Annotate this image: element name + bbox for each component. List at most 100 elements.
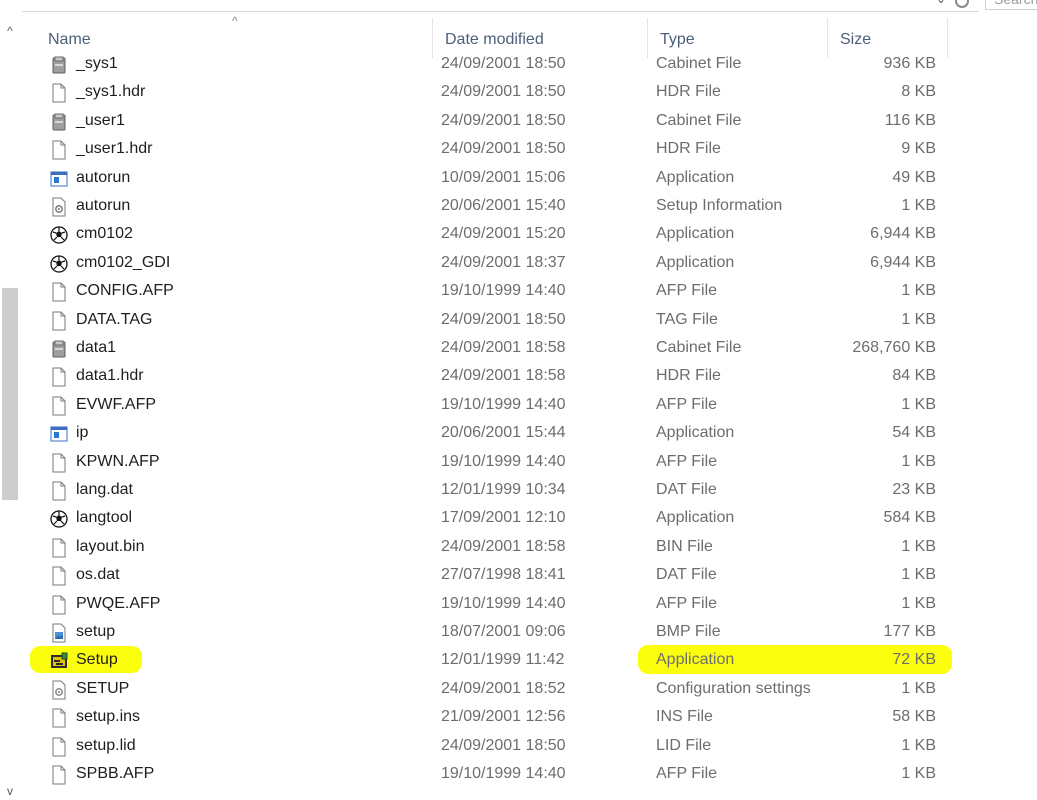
file-type: Application	[656, 225, 735, 243]
file-size: 1 KB	[901, 310, 936, 328]
file-row[interactable]: cm0102_GDI 24/09/2001 18:37 Application 6,9…	[36, 249, 948, 277]
file-type: Application	[656, 651, 735, 669]
file-icon	[50, 140, 68, 160]
file-date-modified: 24/09/2001 15:20	[441, 225, 566, 243]
file-date-modified: 19/10/1999 14:40	[441, 594, 566, 612]
file-size: 1 KB	[901, 537, 936, 555]
file-date-modified: 24/09/2001 18:50	[441, 83, 566, 101]
file-type: Cabinet File	[656, 339, 742, 356]
file-row[interactable]: EVWF.AFP 19/10/1999 14:40 AFP File 1 KB	[36, 391, 948, 419]
file-name: autorun	[76, 168, 131, 186]
file-row[interactable]: setup 18/07/2001 09:06 BMP File 177 KB	[36, 618, 948, 646]
file-row[interactable]: KPWN.AFP 19/10/1999 14:40 AFP File 1 KB	[36, 448, 948, 476]
file-row[interactable]: SETUP 24/09/2001 18:52 Configuration setti…	[36, 675, 948, 703]
file-type: AFP File	[656, 452, 718, 470]
file-size: 1 KB	[901, 452, 936, 470]
file-size: 72 KB	[892, 651, 936, 669]
file-date-modified: 12/01/1999 10:34	[441, 481, 566, 498]
file-row[interactable]: autorun 20/06/2001 15:40 Setup Information…	[36, 192, 948, 220]
address-dropdown-icon[interactable]: ⌄	[936, 0, 946, 6]
file-type: DAT File	[656, 566, 717, 584]
file-date-modified: 24/09/2001 18:50	[441, 310, 566, 328]
file-row[interactable]: _sys1 24/09/2001 18:50 Cabinet File 936 KB	[36, 50, 948, 78]
file-date-modified: 24/09/2001 18:50	[441, 111, 566, 129]
cabinet-icon	[50, 112, 68, 132]
file-type: AFP File	[656, 594, 718, 612]
file-date-modified: 19/10/1999 14:40	[441, 395, 566, 413]
file-row[interactable]: lang.dat 12/01/1999 10:34 DAT File 23 KB	[36, 476, 948, 504]
file-row[interactable]: data1 24/09/2001 18:58 Cabinet File 268,760…	[36, 334, 948, 362]
file-type: AFP File	[656, 765, 718, 782]
file-date-modified: 24/09/2001 18:50	[441, 140, 566, 158]
file-row[interactable]: setup.ins 21/09/2001 12:56 INS File 58 KB	[36, 703, 948, 731]
file-row[interactable]: _user1.hdr 24/09/2001 18:50 HDR File 9 KB	[36, 135, 948, 163]
file-row[interactable]: _user1 24/09/2001 18:50 Cabinet File 116 KB	[36, 107, 948, 135]
file-row[interactable]: PWQE.AFP 19/10/1999 14:40 AFP File 1 KB	[36, 590, 948, 618]
file-size: 1 KB	[901, 395, 936, 413]
file-row[interactable]: Setup 12/01/1999 11:42 Application 72 KB	[36, 646, 948, 674]
file-date-modified: 24/09/2001 18:52	[441, 679, 566, 697]
file-size: 1 KB	[901, 282, 936, 300]
file-date-modified: 24/09/2001 18:50	[441, 736, 566, 754]
cabinet-icon	[50, 339, 68, 359]
file-size: 116 KB	[884, 111, 936, 129]
scrollbar-thumb[interactable]	[2, 288, 18, 500]
file-type: TAG File	[656, 310, 718, 328]
file-size: 177 KB	[883, 623, 936, 640]
scroll-down-icon[interactable]: v	[2, 784, 18, 798]
file-name: autorun	[76, 197, 131, 214]
refresh-icon[interactable]	[955, 0, 969, 8]
vertical-scrollbar[interactable]: ^ v	[0, 18, 20, 798]
file-name: _user1	[76, 111, 125, 129]
file-name: _sys1.hdr	[76, 83, 146, 101]
file-name: setup.lid	[76, 736, 136, 754]
file-type: AFP File	[656, 282, 718, 300]
file-row[interactable]: DATA.TAG 24/09/2001 18:50 TAG File 1 KB	[36, 306, 948, 334]
file-type: Application	[656, 168, 735, 186]
file-name: ip	[76, 424, 89, 442]
file-row[interactable]: SPBB.AFP 19/10/1999 14:40 AFP File 1 KB	[36, 760, 948, 788]
file-size: 8 KB	[901, 83, 936, 101]
file-size: 268,760 KB	[852, 339, 936, 356]
file-name: cm0102_GDI	[76, 253, 171, 271]
file-name: data1.hdr	[76, 367, 144, 385]
file-row[interactable]: CONFIG.AFP 19/10/1999 14:40 AFP File 1 KB	[36, 277, 948, 305]
file-icon	[50, 765, 68, 785]
search-input[interactable]: Search	[985, 0, 1037, 10]
file-name: _sys1	[76, 55, 118, 72]
file-icon	[50, 566, 68, 586]
file-row[interactable]: data1.hdr 24/09/2001 18:58 HDR File 84 KB	[36, 362, 948, 390]
file-name: _user1.hdr	[76, 140, 153, 158]
file-row[interactable]: cm0102 24/09/2001 15:20 Application 6,944 K…	[36, 220, 948, 248]
file-row[interactable]: langtool 17/09/2001 12:10 Application 584 K…	[36, 504, 948, 532]
file-row[interactable]: layout.bin 24/09/2001 18:58 BIN File 1 KB	[36, 533, 948, 561]
file-icon	[50, 595, 68, 615]
file-name: EVWF.AFP	[76, 395, 157, 413]
file-row[interactable]: autorun 10/09/2001 15:06 Application 49 KB	[36, 164, 948, 192]
file-row[interactable]: ip 20/06/2001 15:44 Application 54 KB	[36, 419, 948, 447]
soccer-ball-icon	[50, 225, 68, 245]
file-type: Application	[656, 509, 735, 527]
file-icon	[50, 396, 68, 416]
file-name: SETUP	[76, 679, 130, 697]
file-type: Cabinet File	[656, 111, 742, 129]
scroll-up-icon[interactable]: ^	[2, 24, 18, 38]
soccer-ball-icon	[50, 254, 68, 274]
file-icon	[50, 282, 68, 302]
file-date-modified: 27/07/1998 18:41	[441, 566, 566, 584]
cabinet-icon	[50, 55, 68, 75]
setup-info-icon	[50, 197, 68, 217]
file-size: 1 KB	[901, 594, 936, 612]
file-date-modified: 19/10/1999 14:40	[441, 765, 566, 782]
file-row[interactable]: setup.lid 24/09/2001 18:50 LID File 1 KB	[36, 732, 948, 760]
file-date-modified: 21/09/2001 12:56	[441, 708, 566, 726]
file-date-modified: 24/09/2001 18:58	[441, 537, 566, 555]
file-name: setup.ins	[76, 708, 141, 726]
file-type: HDR File	[656, 83, 721, 101]
file-row[interactable]: _sys1.hdr 24/09/2001 18:50 HDR File 8 KB	[36, 78, 948, 106]
file-size: 1 KB	[901, 197, 936, 214]
file-size: 58 KB	[892, 708, 936, 726]
file-type: LID File	[656, 736, 712, 754]
file-type: DAT File	[656, 481, 717, 498]
file-row[interactable]: os.dat 27/07/1998 18:41 DAT File 1 KB	[36, 561, 948, 589]
